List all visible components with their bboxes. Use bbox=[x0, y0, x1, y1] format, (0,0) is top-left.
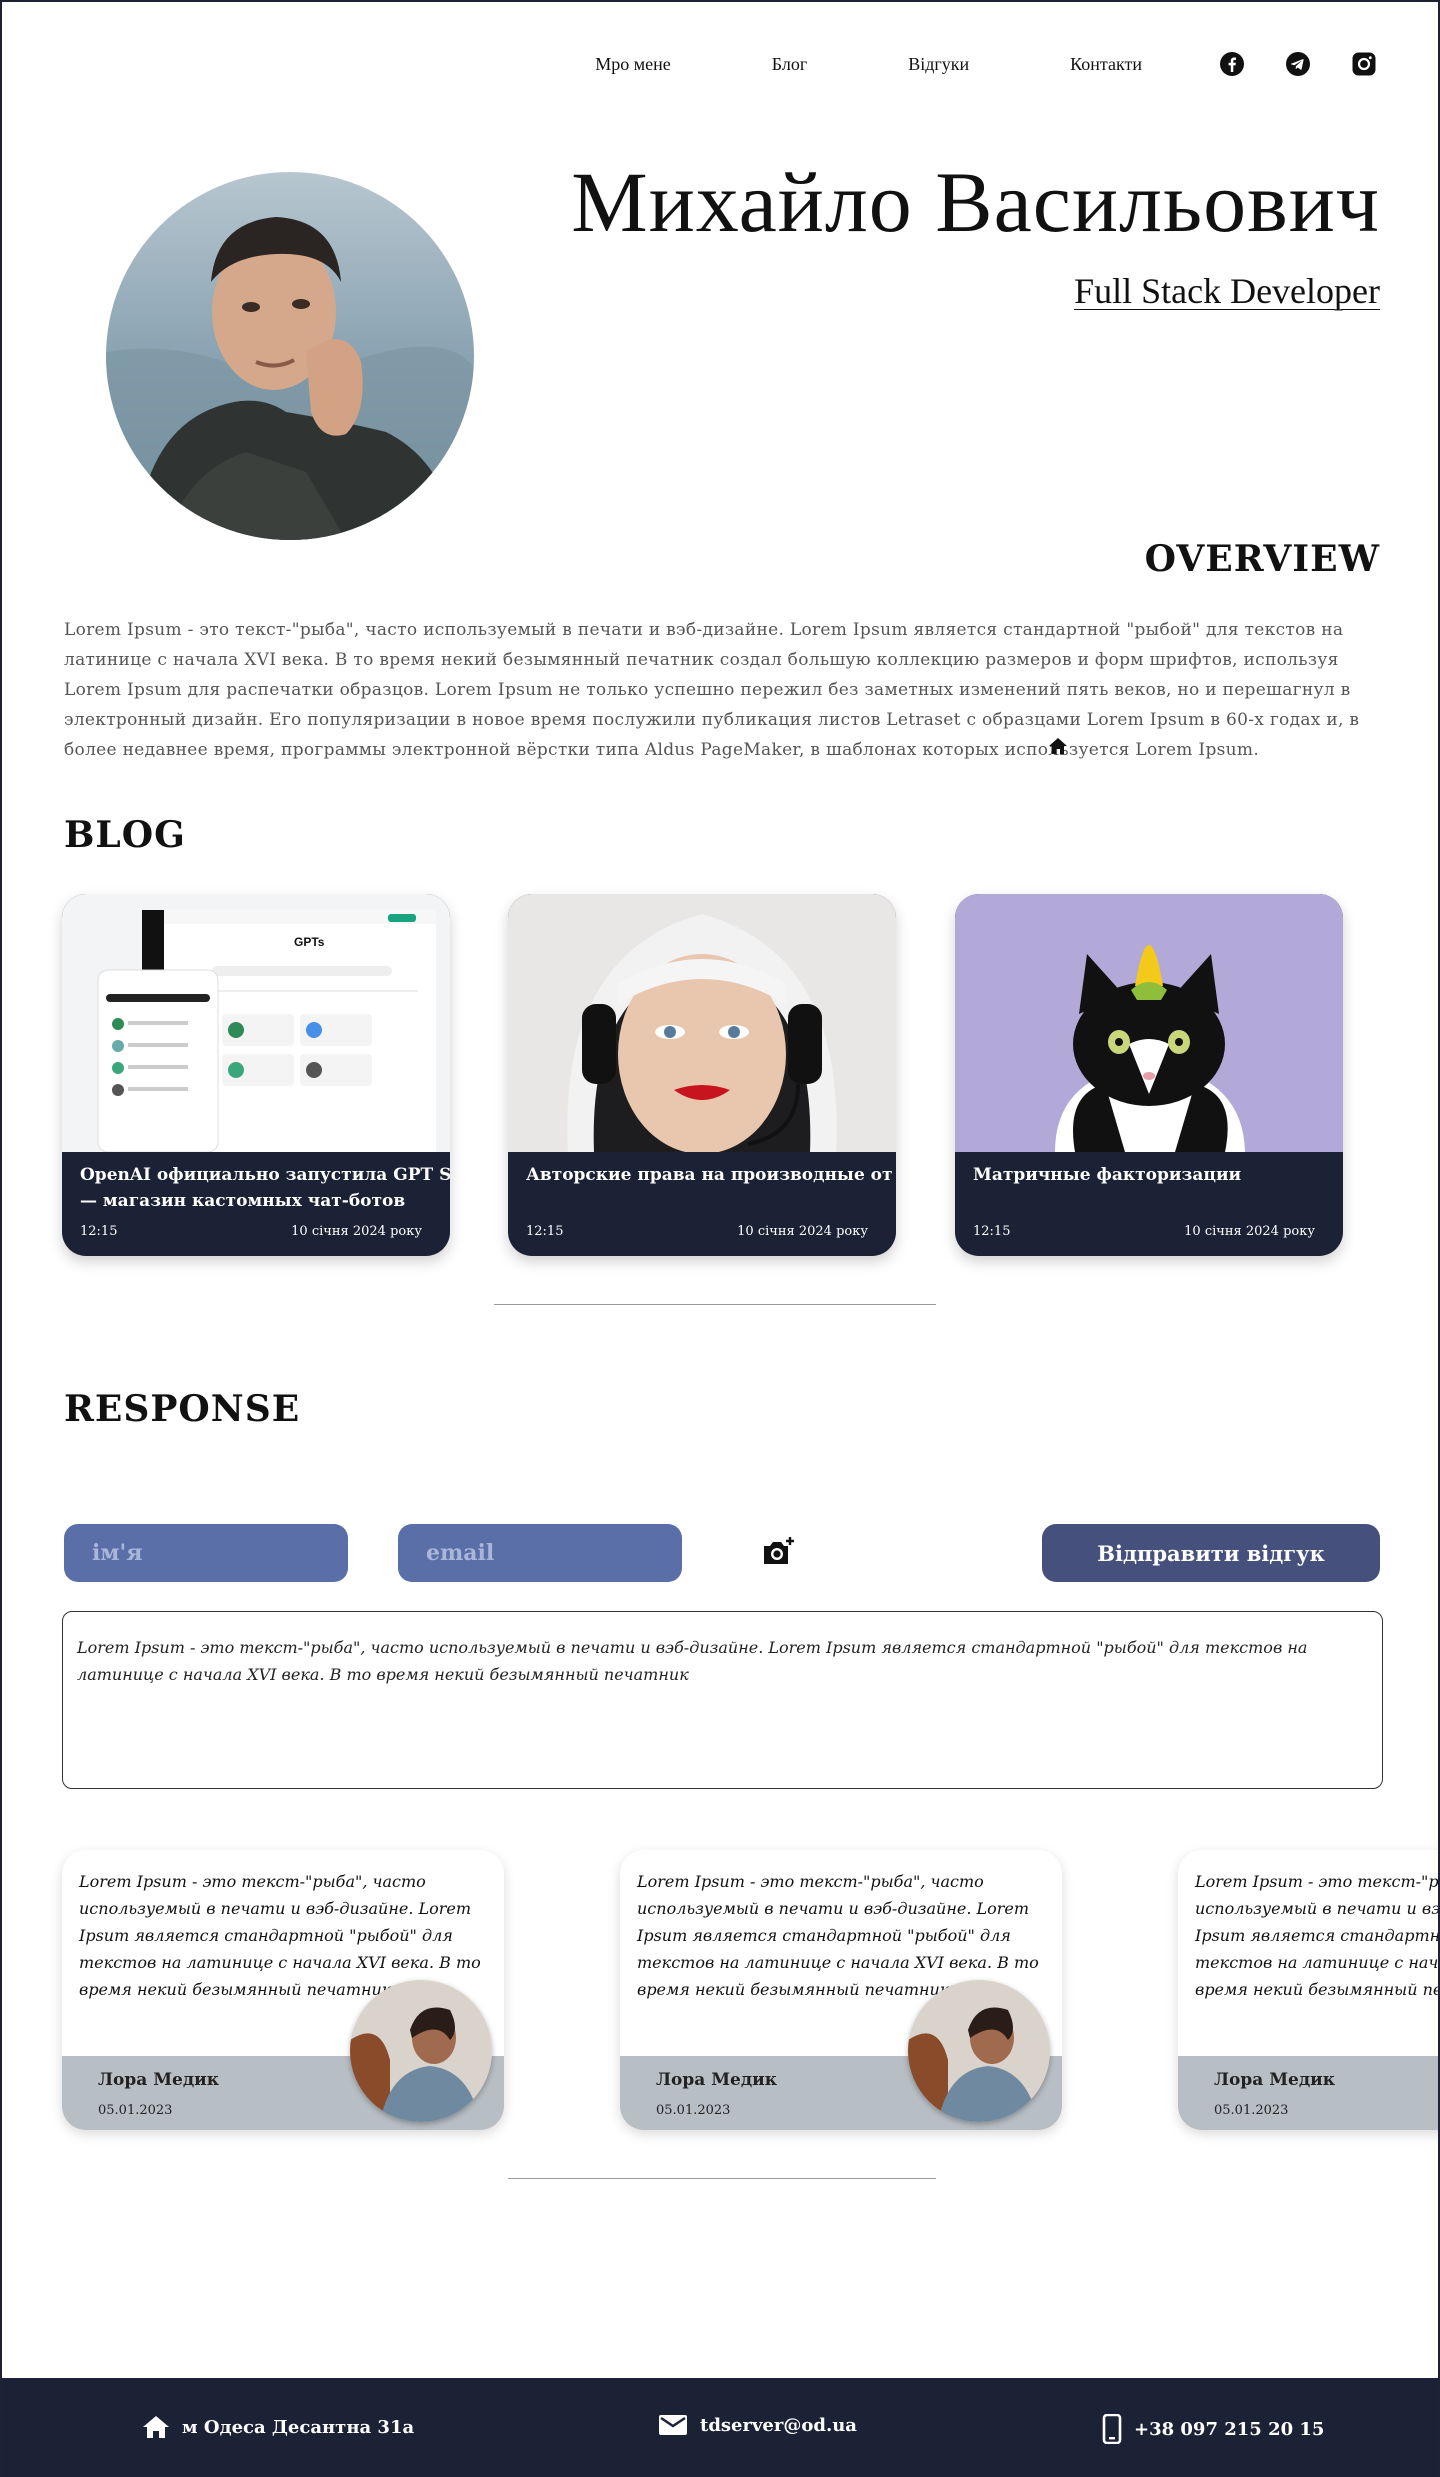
review-card: Lorem Ipsum - это текст-"рыба", часто ис… bbox=[62, 1850, 504, 2130]
page: Мро мене Блог Відгуки Контакти Михайло В… bbox=[0, 0, 1440, 2477]
review-author: Лора Медик bbox=[1214, 2070, 1336, 2090]
review-textarea[interactable]: Lorem Ipsum - это текст-"рыба", часто ис… bbox=[62, 1611, 1383, 1789]
footer: м Одеса Десантна 31а tdserver@od.ua +38 … bbox=[2, 2378, 1438, 2477]
blog-heading: BLOG bbox=[64, 814, 186, 856]
email-field[interactable] bbox=[398, 1524, 682, 1582]
footer-phone-text[interactable]: +38 097 215 20 15 bbox=[1134, 2419, 1324, 2440]
blog-card-image: GPTs bbox=[62, 894, 450, 1152]
add-photo-icon[interactable] bbox=[760, 1536, 796, 1568]
footer-address-text: м Одеса Десантна 31а bbox=[182, 2416, 415, 2438]
blog-card[interactable]: Авторские права на производные от ИИ 12:… bbox=[508, 894, 896, 1256]
blog-card-title-line: — магазин кастомных чат-ботов bbox=[80, 1191, 406, 1211]
blog-card-title: Матричные факторизации bbox=[973, 1162, 1343, 1188]
review-card: Lorem Ipsum - это текст-"рыба", часто ис… bbox=[620, 1850, 1062, 2130]
overview-text: Lorem Ipsum - это текст-"рыба", часто ис… bbox=[64, 620, 1360, 760]
review-date: 05.01.2023 bbox=[1214, 2103, 1289, 2118]
hero-name: Михайло Васильович bbox=[571, 154, 1380, 250]
blog-card-title: Авторские права на производные от ИИ bbox=[526, 1162, 896, 1188]
facebook-icon[interactable] bbox=[1214, 46, 1250, 82]
nav-contacts[interactable]: Контакти bbox=[1070, 54, 1142, 75]
nav-blog[interactable]: Блог bbox=[772, 54, 807, 75]
review-author: Лора Медик bbox=[98, 2070, 220, 2090]
hero-role: Full Stack Developer bbox=[1074, 271, 1380, 311]
section-divider bbox=[494, 1304, 936, 1305]
blog-card-time: 12:15 bbox=[80, 1224, 118, 1239]
blog-card-title-line: Авторские права на производные от ИИ bbox=[526, 1165, 896, 1185]
review-author: Лора Медик bbox=[656, 2070, 778, 2090]
home-icon bbox=[1049, 738, 1067, 754]
nav-reviews[interactable]: Відгуки bbox=[908, 54, 969, 75]
footer-phone[interactable]: +38 097 215 20 15 bbox=[1102, 2414, 1324, 2444]
top-nav: Мро мене Блог Відгуки Контакти bbox=[595, 46, 1382, 82]
name-field[interactable] bbox=[64, 1524, 348, 1582]
review-avatar bbox=[350, 1980, 492, 2122]
blog-card-date: 10 січня 2024 року bbox=[291, 1224, 422, 1239]
instagram-icon[interactable] bbox=[1346, 46, 1382, 82]
phone-icon bbox=[1102, 2414, 1122, 2444]
social-links bbox=[1214, 46, 1382, 82]
blog-card-title: OpenAI официально запустила GPT Store — … bbox=[80, 1162, 450, 1214]
blog-card-title-line: OpenAI официально запустила GPT Store bbox=[80, 1165, 450, 1185]
send-review-button[interactable]: Відправити відгук bbox=[1042, 1524, 1380, 1582]
blog-card-date: 10 січня 2024 року bbox=[1184, 1224, 1315, 1239]
blog-card-image bbox=[955, 894, 1343, 1152]
profile-photo bbox=[106, 172, 474, 540]
review-date: 05.01.2023 bbox=[98, 2103, 173, 2118]
section-divider bbox=[508, 2178, 936, 2179]
blog-card-time: 12:15 bbox=[973, 1224, 1011, 1239]
footer-address: м Одеса Десантна 31а bbox=[142, 2414, 414, 2440]
review-card: Lorem Ipsum - это текст-"рыба", часто ис… bbox=[1178, 1850, 1440, 2130]
blog-card[interactable]: GPTs OpenAI официально запустила GPT Sto… bbox=[62, 894, 450, 1256]
blog-card[interactable]: Матричные факторизации 12:15 10 січня 20… bbox=[955, 894, 1343, 1256]
review-avatar bbox=[908, 1980, 1050, 2122]
blog-card-image bbox=[508, 894, 896, 1152]
review-footer bbox=[1178, 2056, 1438, 2130]
blog-card-title-line: Матричные факторизации bbox=[973, 1165, 1242, 1185]
footer-email-text[interactable]: tdserver@od.ua bbox=[700, 2415, 857, 2436]
blog-card-time: 12:15 bbox=[526, 1224, 564, 1239]
overview-heading: OVERVIEW bbox=[1144, 538, 1380, 580]
footer-email[interactable]: tdserver@od.ua bbox=[658, 2414, 857, 2436]
telegram-icon[interactable] bbox=[1280, 46, 1316, 82]
review-date: 05.01.2023 bbox=[656, 2103, 731, 2118]
response-heading: RESPONSE bbox=[64, 1388, 301, 1430]
blog-card-date: 10 січня 2024 року bbox=[737, 1224, 868, 1239]
review-text: Lorem Ipsum - это текст-"рыба", часто ис… bbox=[1195, 1872, 1440, 1999]
mail-icon bbox=[659, 2415, 687, 2435]
svg-text:GPTs: GPTs bbox=[294, 935, 325, 949]
nav-about[interactable]: Мро мене bbox=[595, 54, 671, 75]
home-icon bbox=[143, 2416, 169, 2438]
